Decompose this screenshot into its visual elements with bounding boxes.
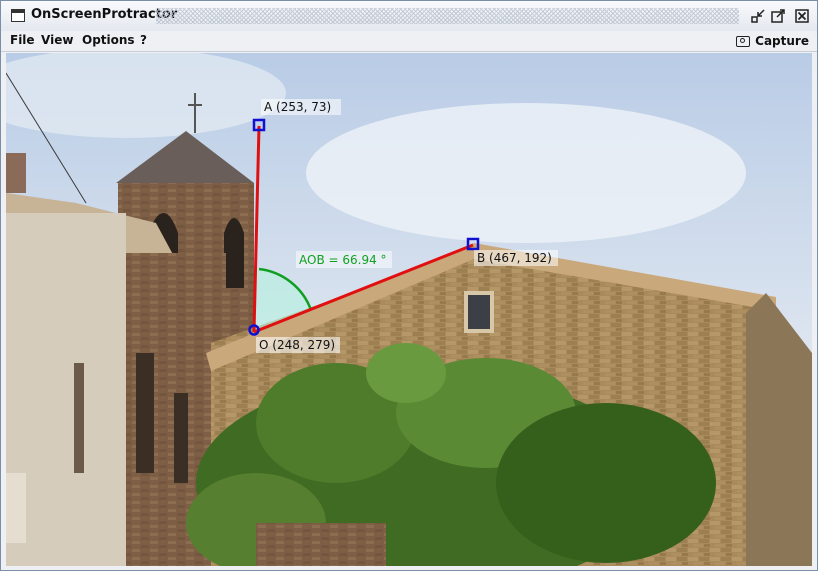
- app-window: OnScreenProtractor File View Options ? C…: [0, 0, 818, 571]
- angle-label: AOB = 66.94 °: [299, 253, 387, 267]
- camera-icon: [736, 35, 751, 47]
- title-bar[interactable]: OnScreenProtractor: [1, 1, 817, 32]
- point-b-label: B (467, 192): [477, 251, 552, 265]
- minimize-icon[interactable]: [751, 9, 765, 23]
- menu-options[interactable]: Options: [82, 33, 135, 47]
- menu-view[interactable]: View: [41, 33, 73, 47]
- origin-label: O (248, 279): [259, 338, 335, 352]
- menu-bar: File View Options ? Capture: [1, 31, 817, 52]
- capture-label: Capture: [755, 34, 809, 48]
- point-a-label: A (253, 73): [264, 100, 331, 114]
- protractor-overlay[interactable]: A (253, 73) B (467, 192) O (248, 279) AO…: [6, 53, 812, 566]
- menu-help[interactable]: ?: [140, 33, 147, 47]
- menu-file[interactable]: File: [10, 33, 35, 47]
- maximize-icon[interactable]: [771, 9, 785, 23]
- title-bar-grip: [156, 8, 739, 24]
- window-icon: [11, 9, 25, 22]
- close-icon[interactable]: [795, 9, 809, 23]
- screen-capture-viewport[interactable]: A (253, 73) B (467, 192) O (248, 279) AO…: [6, 53, 812, 566]
- capture-button[interactable]: Capture: [736, 32, 809, 50]
